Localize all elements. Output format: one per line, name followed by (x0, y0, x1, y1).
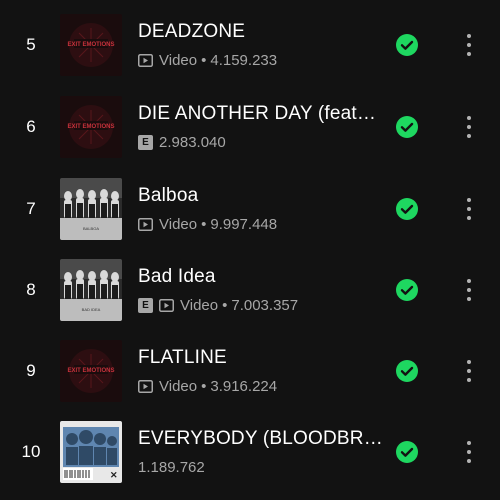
more-vertical-icon[interactable] (458, 32, 480, 58)
svg-text:✕: ✕ (110, 470, 118, 480)
separator-dot: • (201, 52, 207, 69)
explicit-badge: E (138, 298, 153, 313)
video-label: Video (180, 297, 219, 314)
track-rank: 8 (26, 280, 36, 299)
more-vertical-icon[interactable] (458, 439, 480, 465)
more-vertical-icon[interactable] (458, 196, 480, 222)
track-rank: 6 (26, 117, 36, 136)
track-title[interactable]: EVERYBODY (BLOODBR… (138, 428, 386, 450)
track-title[interactable]: DIE ANOTHER DAY (feat… (138, 103, 386, 125)
video-icon (138, 380, 153, 393)
svg-text:EXIT EMOTIONS: EXIT EMOTIONS (67, 42, 114, 48)
video-label: Video (159, 216, 198, 233)
album-art[interactable]: BALBOA (60, 178, 122, 240)
track-rank: 10 (21, 442, 41, 461)
check-circle-icon[interactable] (396, 198, 418, 220)
svg-text:EXIT EMOTIONS: EXIT EMOTIONS (67, 368, 114, 374)
play-count: 7.003.357 (231, 297, 299, 314)
svg-text:EXIT EMOTIONS: EXIT EMOTIONS (67, 124, 114, 130)
track-row[interactable]: 9 EXIT EMOTIONS FLATLINE Video • 3.916.2… (0, 340, 500, 421)
track-rank: 5 (26, 35, 36, 54)
check-circle-icon[interactable] (396, 279, 418, 301)
more-vertical-icon[interactable] (458, 114, 480, 140)
track-title[interactable]: Bad Idea (138, 266, 386, 288)
video-label: Video (159, 378, 198, 395)
track-title[interactable]: FLATLINE (138, 347, 386, 369)
play-count: 1.189.762 (138, 459, 205, 476)
explicit-badge: E (138, 135, 153, 150)
more-vertical-icon[interactable] (458, 358, 480, 384)
track-title[interactable]: DEADZONE (138, 21, 386, 43)
track-meta: E 2.983.040 (138, 134, 226, 151)
check-circle-icon[interactable] (396, 360, 418, 382)
track-list: 5 EXIT EMOTIONS DEADZONE Video • 4.159.2… (0, 0, 500, 500)
track-rank: 7 (26, 199, 36, 218)
track-rank: 9 (26, 361, 36, 380)
track-row[interactable]: 10 ✕ EVERYBODY (BLOODBR… 1.189.762 (0, 421, 500, 500)
svg-text:BAD IDEA: BAD IDEA (82, 307, 101, 312)
track-row[interactable]: 8 BAD IDEA Bad Idea E Video • 7.003.357 (0, 259, 500, 340)
track-meta: 1.189.762 (138, 459, 205, 476)
video-label: Video (159, 52, 198, 69)
check-circle-icon[interactable] (396, 441, 418, 463)
separator-dot: • (222, 297, 228, 314)
separator-dot: • (201, 378, 207, 395)
track-title[interactable]: Balboa (138, 185, 386, 207)
video-icon (159, 299, 174, 312)
check-circle-icon[interactable] (396, 34, 418, 56)
check-circle-icon[interactable] (396, 116, 418, 138)
album-art[interactable]: BAD IDEA (60, 259, 122, 321)
album-art[interactable]: EXIT EMOTIONS (60, 14, 122, 76)
play-count: 3.916.224 (210, 378, 278, 395)
track-row[interactable]: 6 EXIT EMOTIONS DIE ANOTHER DAY (feat… E… (0, 96, 500, 177)
track-meta: Video • 4.159.233 (138, 52, 277, 69)
track-row[interactable]: 7 BALBOA Balboa Video • 9.997.448 (0, 178, 500, 259)
play-count: 2.983.040 (159, 134, 226, 151)
track-row[interactable]: 5 EXIT EMOTIONS DEADZONE Video • 4.159.2… (0, 14, 500, 95)
track-meta: Video • 9.997.448 (138, 216, 277, 233)
video-icon (138, 218, 153, 231)
play-count: 4.159.233 (210, 52, 278, 69)
video-icon (138, 54, 153, 67)
album-art[interactable]: EXIT EMOTIONS (60, 340, 122, 402)
svg-text:BALBOA: BALBOA (83, 226, 99, 231)
play-count: 9.997.448 (210, 216, 278, 233)
more-vertical-icon[interactable] (458, 277, 480, 303)
separator-dot: • (201, 216, 207, 233)
album-art[interactable]: ✕ (60, 421, 122, 483)
track-meta: E Video • 7.003.357 (138, 297, 298, 314)
album-art[interactable]: EXIT EMOTIONS (60, 96, 122, 158)
track-meta: Video • 3.916.224 (138, 378, 277, 395)
